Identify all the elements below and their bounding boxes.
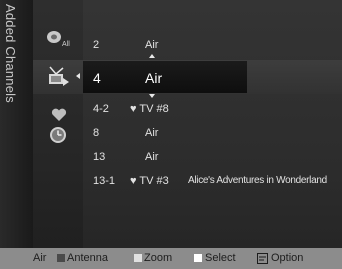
antenna-key-icon <box>57 254 65 262</box>
channel-name: Air <box>145 127 159 139</box>
channel-number: 2 <box>93 39 100 51</box>
channel-number: 13 <box>93 151 106 163</box>
select-key-icon <box>194 254 202 262</box>
bottom-help-bar: Air Antenna Zoom Select Option <box>0 248 342 269</box>
selected-channel-name[interactable]: Air <box>145 70 162 86</box>
channel-name: Air <box>145 39 159 51</box>
source-label: Air <box>33 252 47 264</box>
channel-name: ♥ TV #8 <box>130 103 169 115</box>
selected-row-highlight <box>83 61 247 93</box>
option-button[interactable]: Option <box>271 252 303 264</box>
favorite-heart-icon[interactable] <box>51 108 67 122</box>
channel-name: Air <box>145 151 159 163</box>
channel-list <box>83 0 342 248</box>
antenna-icon[interactable] <box>48 66 70 86</box>
zoom-key-icon <box>134 254 142 262</box>
channel-list-screen: Added Channels All 2 Air 4 Air 4-2 ♥ TV … <box>0 0 342 269</box>
title-strip: Added Channels <box>0 0 33 248</box>
channel-name: ♥ TV #3 <box>130 175 169 187</box>
antenna-button[interactable]: Antenna <box>67 252 108 264</box>
timer-clock-icon[interactable] <box>48 125 68 145</box>
left-arrow-icon[interactable] <box>76 73 80 79</box>
zoom-button[interactable]: Zoom <box>144 252 172 264</box>
screen-title: Added Channels <box>3 4 18 103</box>
option-icon <box>257 253 268 264</box>
selected-channel-number[interactable]: 4 <box>93 70 101 86</box>
channel-number: 13-1 <box>93 175 116 187</box>
channel-number: 4-2 <box>93 103 109 115</box>
all-channels-icon[interactable]: All <box>46 29 76 49</box>
program-title: Alice's Adventures in Wonderland <box>188 175 327 186</box>
scroll-up-icon[interactable] <box>149 54 155 58</box>
all-label: All <box>62 41 70 48</box>
select-button[interactable]: Select <box>205 252 236 264</box>
channel-number: 8 <box>93 127 100 139</box>
scroll-down-icon[interactable] <box>149 94 155 98</box>
